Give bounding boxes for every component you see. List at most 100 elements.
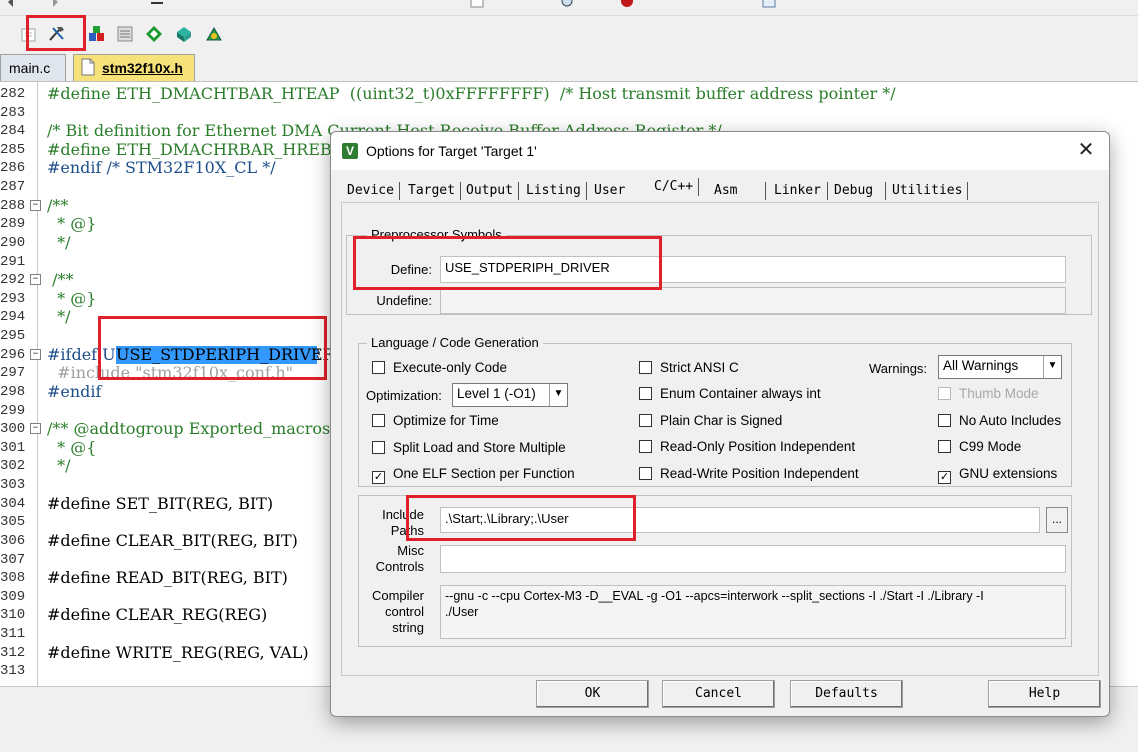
ro-pi-label: Read-Only Position Independent bbox=[660, 439, 856, 454]
select-packs-icon[interactable] bbox=[143, 23, 165, 45]
line-number: 288 bbox=[0, 198, 26, 214]
tab-c-cpp[interactable]: C/C++ bbox=[654, 178, 700, 196]
line-number: 293 bbox=[0, 291, 26, 307]
help-button[interactable]: Help bbox=[988, 680, 1101, 708]
line-number: 296 bbox=[0, 347, 26, 363]
close-icon[interactable]: ✕ bbox=[1075, 138, 1097, 162]
warnings-select[interactable]: All Warnings ▼ bbox=[938, 355, 1062, 379]
code-line: /** bbox=[47, 270, 74, 289]
defaults-button[interactable]: Defaults bbox=[790, 680, 903, 708]
line-number: 287 bbox=[0, 179, 26, 195]
undo-icon[interactable] bbox=[6, 0, 22, 10]
line-number: 306 bbox=[0, 533, 26, 549]
split-load-checkbox[interactable]: Split Load and Store Multiple bbox=[372, 440, 566, 456]
gnu-ext-label: GNU extensions bbox=[959, 466, 1058, 481]
checkbox-box[interactable] bbox=[639, 387, 652, 400]
redo-icon[interactable] bbox=[46, 0, 62, 10]
line-number: 305 bbox=[0, 514, 26, 530]
tab-output[interactable]: Output bbox=[466, 182, 519, 200]
enum-container-checkbox[interactable]: Enum Container always int bbox=[639, 386, 821, 402]
warnings-label: Warnings: bbox=[869, 361, 928, 376]
main-toolbar bbox=[0, 0, 1138, 16]
c99-checkbox[interactable]: C99 Mode bbox=[938, 439, 1021, 455]
find-icon[interactable] bbox=[560, 0, 576, 10]
enum-container-label: Enum Container always int bbox=[660, 386, 821, 401]
options-dialog: V Options for Target 'Target 1' ✕ Device… bbox=[330, 131, 1110, 717]
include-paths-highlight bbox=[406, 495, 636, 541]
tab-user[interactable]: User bbox=[594, 182, 625, 200]
checkbox-checked[interactable]: ✓ bbox=[372, 471, 385, 484]
line-number: 311 bbox=[0, 626, 26, 642]
no-auto-includes-checkbox[interactable]: No Auto Includes bbox=[938, 413, 1061, 429]
checkbox-box[interactable] bbox=[639, 467, 652, 480]
line-number: 307 bbox=[0, 552, 26, 568]
ro-pi-checkbox[interactable]: Read-Only Position Independent bbox=[639, 439, 855, 455]
pack-installer-icon[interactable] bbox=[173, 23, 195, 45]
dropdown-icon[interactable] bbox=[470, 0, 486, 10]
fold-toggle[interactable]: − bbox=[30, 274, 41, 285]
chevron-down-icon[interactable]: ▼ bbox=[549, 384, 567, 406]
checkbox-box[interactable] bbox=[372, 361, 385, 374]
tab-debug[interactable]: Debug bbox=[827, 182, 873, 200]
one-elf-checkbox[interactable]: ✓ One ELF Section per Function bbox=[372, 466, 575, 484]
cancel-button[interactable]: Cancel bbox=[662, 680, 775, 708]
indent-icon[interactable] bbox=[150, 0, 166, 10]
optimize-time-label: Optimize for Time bbox=[393, 413, 499, 428]
code-line: */ bbox=[47, 456, 71, 475]
fold-toggle[interactable]: − bbox=[30, 349, 41, 360]
c-cpp-panel: Preprocessor Symbols Define: USE_STDPERI… bbox=[341, 202, 1099, 676]
tab-asm[interactable]: Asm bbox=[714, 182, 737, 200]
checkbox-box[interactable] bbox=[938, 414, 951, 427]
line-number: 299 bbox=[0, 403, 26, 419]
optimize-time-checkbox[interactable]: Optimize for Time bbox=[372, 413, 499, 429]
strict-ansi-checkbox[interactable]: Strict ANSI C bbox=[639, 360, 739, 376]
optimization-value: Level 1 (-O1) bbox=[457, 386, 536, 401]
ifdef-highlight bbox=[98, 316, 327, 380]
chevron-down-icon[interactable]: ▼ bbox=[1043, 356, 1061, 378]
compiler-control-string: --gnu -c --cpu Cortex-M3 -D__EVAL -g -O1… bbox=[440, 585, 1066, 639]
tab-main-c[interactable]: main.c bbox=[0, 54, 66, 81]
code-line: #define CLEAR_REG(REG) bbox=[47, 605, 268, 624]
line-number: 312 bbox=[0, 645, 26, 661]
ok-button[interactable]: OK bbox=[536, 680, 649, 708]
tab-linker[interactable]: Linker bbox=[765, 182, 821, 200]
manage-project-icon[interactable] bbox=[86, 23, 108, 45]
file-extensions-icon[interactable] bbox=[114, 23, 136, 45]
window-icon[interactable] bbox=[762, 0, 778, 10]
code-line: * @} bbox=[47, 214, 97, 233]
fold-toggle[interactable]: − bbox=[30, 200, 41, 211]
checkbox-box[interactable] bbox=[639, 440, 652, 453]
breakpoint-icon[interactable] bbox=[620, 0, 636, 10]
checkbox-box[interactable] bbox=[639, 414, 652, 427]
undefine-input[interactable] bbox=[440, 287, 1066, 314]
checkbox-box[interactable] bbox=[938, 440, 951, 453]
tab-target[interactable]: Target bbox=[408, 182, 461, 200]
browse-include-button[interactable]: ... bbox=[1046, 507, 1068, 533]
line-number: 310 bbox=[0, 607, 26, 623]
fold-toggle[interactable]: − bbox=[30, 423, 41, 434]
line-number: 283 bbox=[0, 105, 26, 121]
misc-controls-input[interactable] bbox=[440, 545, 1066, 573]
code-line: /** @addtogroup Exported_macros bbox=[47, 419, 331, 438]
checkbox-checked[interactable]: ✓ bbox=[938, 471, 951, 484]
gnu-ext-checkbox[interactable]: ✓ GNU extensions bbox=[938, 466, 1057, 484]
optimization-label: Optimization: bbox=[366, 388, 442, 403]
run-time-environment-icon[interactable] bbox=[203, 23, 225, 45]
line-number: 301 bbox=[0, 440, 26, 456]
tab-listing[interactable]: Listing bbox=[526, 182, 587, 200]
execute-only-checkbox[interactable]: Execute-only Code bbox=[372, 360, 507, 376]
line-number: 282 bbox=[0, 86, 26, 102]
checkbox-box[interactable] bbox=[372, 441, 385, 454]
code-line: #define ETH_DMACHRBAR_HREBAP bbox=[47, 140, 355, 159]
plain-char-checkbox[interactable]: Plain Char is Signed bbox=[639, 413, 782, 429]
dialog-titlebar: V Options for Target 'Target 1' ✕ bbox=[331, 132, 1109, 170]
optimization-select[interactable]: Level 1 (-O1) ▼ bbox=[452, 383, 568, 407]
warnings-value: All Warnings bbox=[943, 358, 1019, 373]
code-line: */ bbox=[47, 307, 71, 326]
rw-pi-checkbox[interactable]: Read-Write Position Independent bbox=[639, 466, 859, 482]
tab-device[interactable]: Device bbox=[347, 182, 400, 200]
tab-utilities[interactable]: Utilities bbox=[885, 182, 969, 200]
compiler-control-label: Compiler control string bbox=[371, 588, 424, 635]
checkbox-box[interactable] bbox=[639, 361, 652, 374]
checkbox-box[interactable] bbox=[372, 414, 385, 427]
